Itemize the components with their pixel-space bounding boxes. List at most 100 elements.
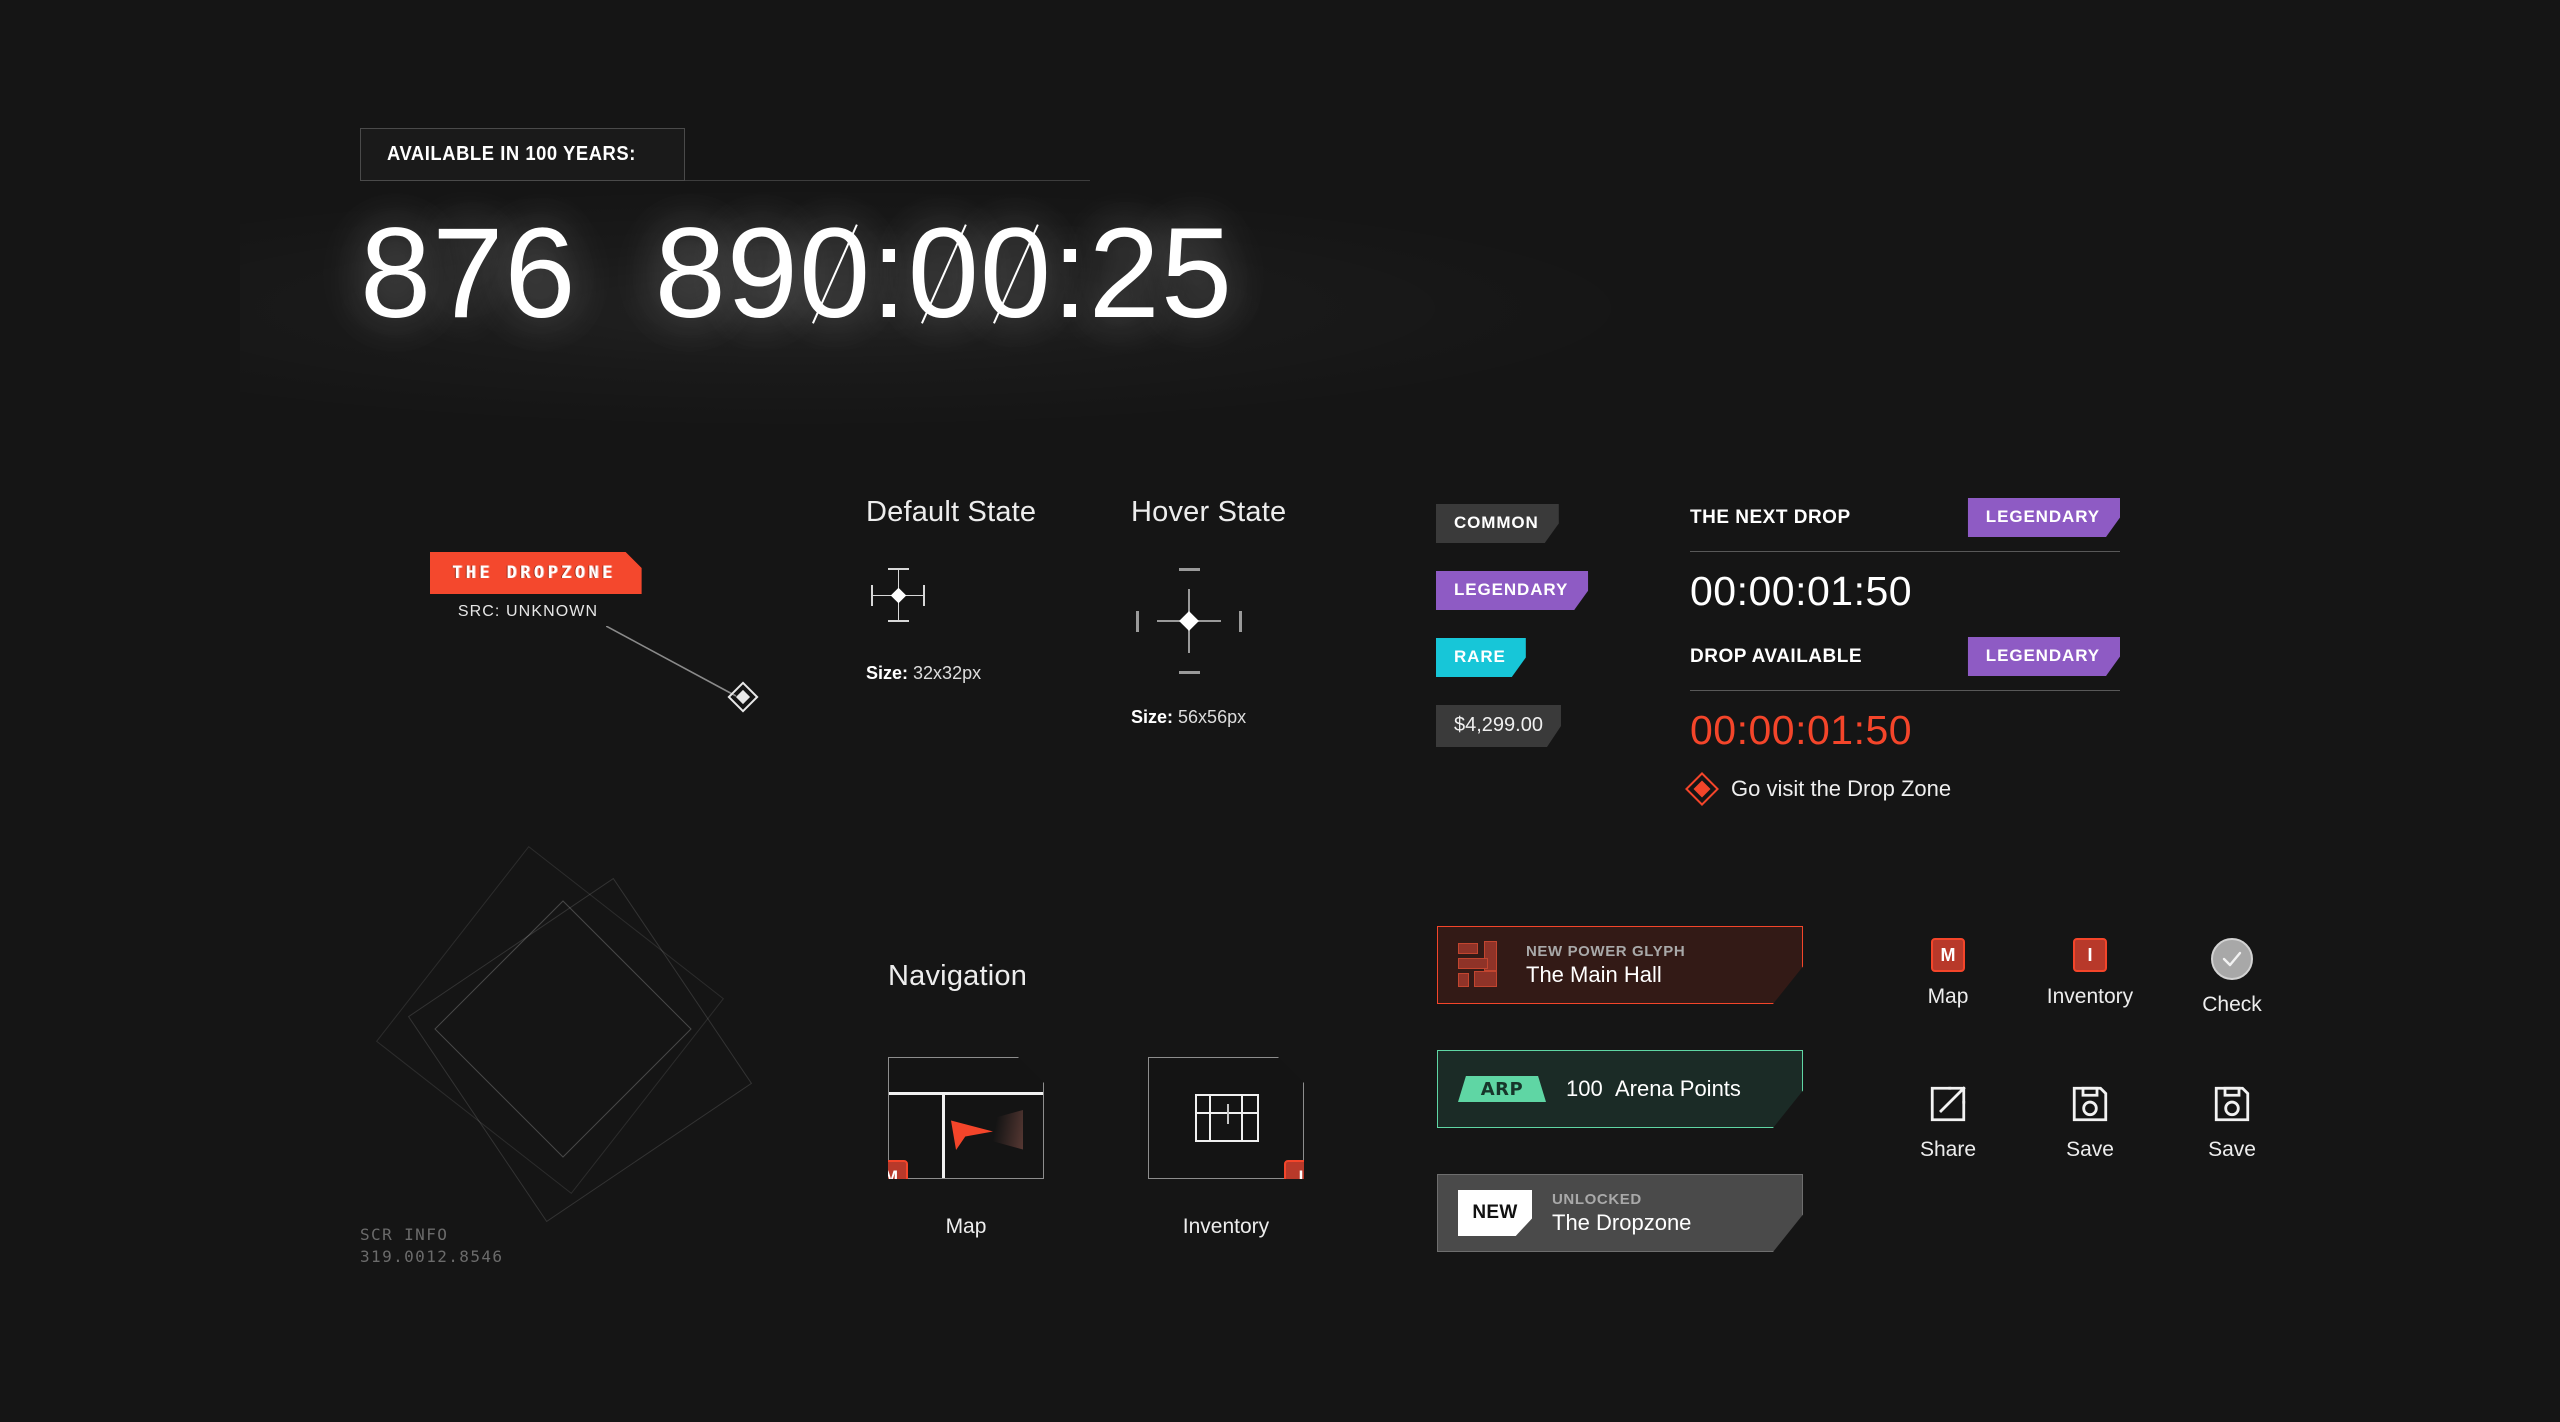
next-drop-timer: 00:00:01:50: [1690, 568, 1913, 614]
countdown-minutes-d1: 0: [907, 202, 980, 345]
reticle-hover-size-value: 56x56px: [1178, 707, 1247, 727]
crosshair-reticle-icon: [866, 563, 930, 627]
rarity-badge-rare[interactable]: RARE: [1436, 638, 1526, 677]
dropzone-pin-leader-line: [606, 626, 737, 697]
countdown-days: 876: [360, 202, 577, 345]
countdown-hours-d2: 9: [726, 202, 799, 345]
price-chip: $4,299.00: [1436, 705, 1561, 747]
next-drop-row: THE NEXT DROP LEGENDARY: [1690, 498, 2120, 537]
icon-button-save-1[interactable]: Save: [2042, 1083, 2138, 1162]
dropzone-pin-source: SRC: UNKNOWN: [457, 603, 599, 620]
share-external-link-icon: [1930, 1086, 1966, 1122]
icon-button-row-actions: Share Save Save: [1900, 1083, 2280, 1162]
drop-available-timer: 00:00:01:50: [1690, 707, 1913, 753]
scr-info-block: SCR INFO 319.0012.8546: [360, 1224, 503, 1267]
icon-button-map[interactable]: M Map: [1900, 938, 1996, 1017]
next-drop-rarity-badge: LEGENDARY: [1968, 498, 2120, 537]
icon-button-share[interactable]: Share: [1900, 1083, 1996, 1162]
red-diamond-icon: [1685, 772, 1719, 806]
icon-button-inventory-caption: Inventory: [2046, 985, 2134, 1008]
nav-card-map-caption: Map: [945, 1215, 987, 1238]
scr-info-label: SCR INFO: [360, 1225, 449, 1244]
power-glyph-icon: [1458, 941, 1506, 989]
drop-available-label: DROP AVAILABLE: [1690, 645, 1863, 667]
nav-card-inventory-caption: Inventory: [1182, 1215, 1270, 1238]
floppy-disk-icon: [2072, 1086, 2108, 1122]
icon-button-inventory[interactable]: I Inventory: [2042, 938, 2138, 1017]
reticle-hover-title: Hover State: [1131, 496, 1287, 528]
toast-power-glyph-title: The Main Hall: [1526, 961, 1662, 987]
countdown-seconds: 25: [1088, 202, 1233, 345]
reticle-default-title: Default State: [866, 496, 1037, 528]
countdown-hours-d3: 0: [798, 202, 872, 345]
crosshair-reticle-expanded-icon: [1131, 563, 1247, 679]
drop-panel: THE NEXT DROP LEGENDARY 00:00:01:50 DROP…: [1685, 498, 2120, 806]
countdown-timer: 876 890:00:25: [360, 202, 1233, 345]
drop-available-divider: [1690, 690, 2120, 691]
toast-unlocked[interactable]: NEW UNLOCKED The Dropzone: [1437, 1174, 1803, 1252]
scr-info-value: 319.0012.8546: [360, 1246, 504, 1266]
reticle-hover-group: Hover State Size: 56x56px: [1131, 496, 1286, 728]
drop-available-row: DROP AVAILABLE LEGENDARY: [1690, 637, 2120, 676]
keycap-m-icon[interactable]: M: [874, 1160, 908, 1194]
toast-unlocked-kicker: UNLOCKED: [1552, 1190, 1642, 1208]
icon-button-share-caption: Share: [1919, 1138, 1977, 1161]
nav-card-map-wrap: M Map: [888, 1057, 1044, 1239]
reticle-default-size-value: 32x32px: [913, 663, 982, 683]
inventory-thumbnail-icon: [1149, 1058, 1303, 1178]
drop-available-rarity-badge: LEGENDARY: [1968, 637, 2120, 676]
reticle-default-size: Size: 32x32px: [866, 663, 1036, 684]
icon-button-save-1-caption: Save: [2066, 1138, 2114, 1161]
toast-unlocked-title: The Dropzone: [1552, 1209, 1692, 1235]
reticle-hover-size-label: Size:: [1131, 707, 1174, 727]
drop-zone-link-label: Go visit the Drop Zone: [1731, 776, 1952, 801]
nav-card-inventory-wrap: I Inventory: [1148, 1057, 1304, 1239]
toast-arena-points-amount: 100: [1566, 1076, 1603, 1101]
toast-arena-points-text: 100 Arena Points: [1566, 1076, 1741, 1102]
rarity-badge-legendary[interactable]: LEGENDARY: [1436, 571, 1588, 610]
dropzone-pin-flag[interactable]: THE DR⁠OPZONE: [430, 552, 642, 594]
toast-arena-points-title: Arena Points: [1614, 1076, 1741, 1101]
dropzone-pin-label: THE DR⁠OPZONE: [452, 563, 616, 583]
nav-card-map[interactable]: M: [888, 1057, 1044, 1179]
countdown-label: AVAILABLE IN 100 YEARS:: [387, 143, 636, 165]
toast-arena-points[interactable]: ARP 100 Arena Points: [1437, 1050, 1803, 1128]
reticle-hover-size: Size: 56x56px: [1131, 707, 1286, 728]
icon-button-save-2-caption: Save: [2208, 1138, 2256, 1161]
navigation-title: Navigation: [888, 960, 1028, 992]
reticle-default-group: Default State Size: 32x32px: [866, 496, 1036, 684]
floppy-disk-icon: [2214, 1086, 2250, 1122]
keycap-i-icon[interactable]: I: [2073, 938, 2107, 972]
countdown-sep-1: :: [871, 202, 908, 345]
countdown-sep-2: :: [1052, 202, 1089, 345]
map-thumbnail-icon: [889, 1058, 1043, 1178]
toast-power-glyph-kicker: NEW POWER GLYPH: [1526, 942, 1686, 960]
icon-button-grid: M Map I Inventory Check Share Save Save: [1900, 938, 2280, 1162]
countdown-hero: AVAILABLE IN 100 YEARS: 876 890:00:25: [240, 128, 1640, 428]
navigation-section: Navigation M Map I Inventory: [888, 960, 1304, 1239]
icon-button-map-caption: Map: [1927, 985, 1969, 1008]
new-tag-icon: NEW: [1458, 1190, 1532, 1236]
nav-card-inventory[interactable]: I: [1148, 1057, 1304, 1179]
keycap-i-icon[interactable]: I: [1284, 1160, 1318, 1194]
toast-stack: NEW POWER GLYPH The Main Hall ARP 100 Ar…: [1437, 926, 1803, 1298]
icon-button-row-keys: M Map I Inventory Check: [1900, 938, 2280, 1017]
next-drop-divider: [1690, 551, 2120, 552]
dropzone-pin[interactable]: THE DR⁠OPZONE SRC: UNKNOWN: [430, 552, 759, 713]
decorative-diamonds: SCR INFO 319.0012.8546: [360, 845, 820, 1280]
rarity-badge-common[interactable]: COMMON: [1436, 504, 1559, 543]
arp-badge-icon: ARP: [1458, 1076, 1546, 1102]
countdown-hours-d1: 8: [654, 202, 727, 345]
icon-button-save-2[interactable]: Save: [2184, 1083, 2280, 1162]
drop-zone-link[interactable]: Go visit the Drop Zone: [1685, 772, 2120, 806]
reticle-default-size-label: Size:: [866, 663, 909, 683]
rarity-badge-group: COMMON LEGENDARY RARE $4,299.00: [1436, 504, 1588, 747]
icon-button-check[interactable]: Check: [2184, 938, 2280, 1017]
screen-root: AVAILABLE IN 100 YEARS: 876 890:00:25 THE…: [0, 0, 2560, 1422]
next-drop-label: THE NEXT DROP: [1690, 506, 1851, 528]
keycap-m-icon[interactable]: M: [1931, 938, 1965, 972]
icon-button-check-caption: Check: [2202, 993, 2262, 1016]
countdown-label-box: AVAILABLE IN 100 YEARS:: [360, 128, 685, 181]
toast-power-glyph[interactable]: NEW POWER GLYPH The Main Hall: [1437, 926, 1803, 1004]
check-circle-icon: [2211, 938, 2253, 980]
